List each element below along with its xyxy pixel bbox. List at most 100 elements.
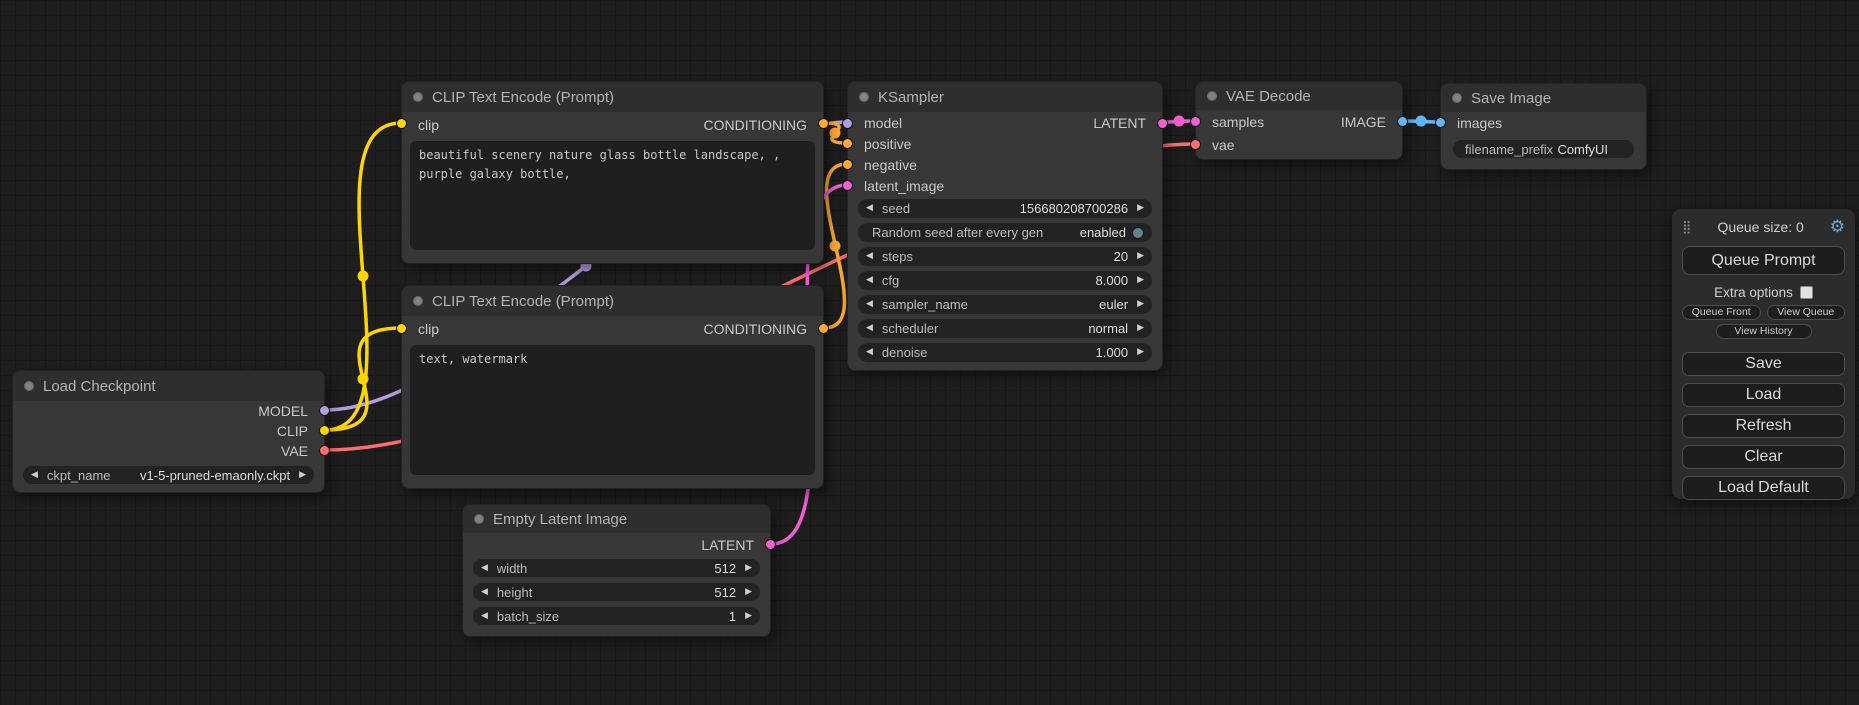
- increment-arrow-icon[interactable]: ▶: [745, 588, 752, 597]
- widget-scheduler[interactable]: ◀ scheduler normal ▶: [858, 319, 1152, 338]
- widget-batch-size[interactable]: ◀ batch_size 1 ▶: [473, 607, 760, 625]
- widget-height[interactable]: ◀ height 512 ▶: [473, 583, 760, 601]
- decrement-arrow-icon[interactable]: ◀: [481, 564, 488, 573]
- increment-arrow-icon[interactable]: ▶: [299, 471, 306, 480]
- widget-width[interactable]: ◀ width 512 ▶: [473, 559, 760, 577]
- widget-random-seed[interactable]: Random seed after every gen enabled: [858, 223, 1152, 242]
- clear-button[interactable]: Clear: [1682, 445, 1845, 469]
- output-port-latent[interactable]: [1157, 118, 1168, 129]
- input-port-clip[interactable]: [396, 118, 407, 129]
- widget-value: v1-5-pruned-emaonly.ckpt: [111, 468, 291, 483]
- node-title: VAE Decode: [1226, 88, 1311, 105]
- extra-options-checkbox[interactable]: [1800, 286, 1813, 299]
- collapse-toggle-icon[interactable]: [24, 381, 34, 391]
- node-clip-text-encode-positive[interactable]: CLIP Text Encode (Prompt) clip CONDITION…: [401, 81, 824, 264]
- node-clip-text-encode-negative[interactable]: CLIP Text Encode (Prompt) clip CONDITION…: [401, 285, 824, 489]
- node-title-bar[interactable]: Save Image: [1441, 84, 1646, 112]
- output-port-conditioning[interactable]: [818, 323, 829, 334]
- graph-canvas[interactable]: Load Checkpoint MODEL CLIP VAE ◀ ckpt_na…: [0, 0, 1859, 705]
- input-slot-samples: samples: [1212, 114, 1264, 130]
- input-port-model[interactable]: [842, 118, 853, 129]
- refresh-button[interactable]: Refresh: [1682, 414, 1845, 438]
- input-slot-clip: clip: [418, 321, 439, 337]
- decrement-arrow-icon[interactable]: ◀: [866, 300, 873, 309]
- node-title-bar[interactable]: CLIP Text Encode (Prompt): [402, 286, 823, 316]
- increment-arrow-icon[interactable]: ▶: [1137, 252, 1144, 261]
- node-ksampler[interactable]: KSampler model LATENT positive negative …: [847, 81, 1163, 371]
- input-port-vae[interactable]: [1190, 139, 1201, 150]
- widget-denoise[interactable]: ◀ denoise 1.000 ▶: [858, 343, 1152, 362]
- load-button[interactable]: Load: [1682, 383, 1845, 407]
- widget-cfg[interactable]: ◀ cfg 8.000 ▶: [858, 271, 1152, 290]
- widget-label: cfg: [882, 273, 899, 288]
- view-history-button[interactable]: View History: [1716, 324, 1812, 339]
- decrement-arrow-icon[interactable]: ◀: [866, 204, 873, 213]
- node-load-checkpoint[interactable]: Load Checkpoint MODEL CLIP VAE ◀ ckpt_na…: [12, 370, 325, 493]
- decrement-arrow-icon[interactable]: ◀: [866, 276, 873, 285]
- view-queue-button[interactable]: View Queue: [1767, 305, 1846, 320]
- widget-ckpt-name[interactable]: ◀ ckpt_name v1-5-pruned-emaonly.ckpt ▶: [23, 466, 314, 484]
- node-title-bar[interactable]: VAE Decode: [1196, 82, 1402, 110]
- widget-steps[interactable]: ◀ steps 20 ▶: [858, 247, 1152, 266]
- increment-arrow-icon[interactable]: ▶: [1137, 204, 1144, 213]
- collapse-toggle-icon[interactable]: [474, 514, 484, 524]
- node-empty-latent-image[interactable]: Empty Latent Image LATENT ◀ width 512 ▶ …: [462, 504, 771, 637]
- collapse-toggle-icon[interactable]: [859, 92, 869, 102]
- wire-conditioning-midpoint: [830, 241, 841, 252]
- widget-value: 156680208700286: [910, 201, 1128, 216]
- output-port-image[interactable]: [1397, 116, 1408, 127]
- node-title-bar[interactable]: Empty Latent Image: [463, 505, 770, 533]
- node-title: Load Checkpoint: [43, 378, 156, 395]
- node-vae-decode[interactable]: VAE Decode samples IMAGE vae: [1195, 81, 1403, 160]
- decrement-arrow-icon[interactable]: ◀: [31, 471, 38, 480]
- input-port-clip[interactable]: [396, 323, 407, 334]
- prompt-textarea[interactable]: beautiful scenery nature glass bottle la…: [410, 141, 815, 250]
- collapse-toggle-icon[interactable]: [413, 296, 423, 306]
- input-slot-vae: vae: [1212, 137, 1235, 153]
- output-port-conditioning[interactable]: [818, 118, 829, 129]
- panel-drag-handle-icon[interactable]: ⣿: [1682, 220, 1692, 235]
- increment-arrow-icon[interactable]: ▶: [1137, 348, 1144, 357]
- input-port-positive[interactable]: [842, 138, 853, 149]
- save-button[interactable]: Save: [1682, 352, 1845, 376]
- output-port-clip[interactable]: [319, 425, 330, 436]
- widget-sampler-name[interactable]: ◀ sampler_name euler ▶: [858, 295, 1152, 314]
- decrement-arrow-icon[interactable]: ◀: [866, 348, 873, 357]
- increment-arrow-icon[interactable]: ▶: [1137, 276, 1144, 285]
- node-title-bar[interactable]: Load Checkpoint: [13, 371, 324, 401]
- node-title: Save Image: [1471, 90, 1551, 107]
- decrement-arrow-icon[interactable]: ◀: [866, 324, 873, 333]
- collapse-toggle-icon[interactable]: [1207, 91, 1217, 101]
- collapse-toggle-icon[interactable]: [413, 92, 423, 102]
- widget-seed[interactable]: ◀ seed 156680208700286 ▶: [858, 199, 1152, 218]
- prompt-textarea[interactable]: text, watermark: [410, 345, 815, 475]
- widget-filename-prefix[interactable]: filename_prefix ComfyUI: [1453, 140, 1634, 158]
- collapse-toggle-icon[interactable]: [1452, 93, 1462, 103]
- node-title-bar[interactable]: CLIP Text Encode (Prompt): [402, 82, 823, 112]
- increment-arrow-icon[interactable]: ▶: [1137, 324, 1144, 333]
- increment-arrow-icon[interactable]: ▶: [745, 564, 752, 573]
- node-title-bar[interactable]: KSampler: [848, 82, 1162, 112]
- decrement-arrow-icon[interactable]: ◀: [481, 588, 488, 597]
- widget-value: 512: [532, 585, 736, 600]
- output-port-latent[interactable]: [765, 539, 776, 550]
- queue-prompt-button[interactable]: Queue Prompt: [1682, 246, 1845, 275]
- output-port-model[interactable]: [319, 405, 330, 416]
- decrement-arrow-icon[interactable]: ◀: [866, 252, 873, 261]
- load-default-button[interactable]: Load Default: [1682, 476, 1845, 500]
- extra-options-label: Extra options: [1714, 285, 1793, 300]
- input-port-samples[interactable]: [1190, 116, 1201, 127]
- input-port-latent-image[interactable]: [842, 180, 853, 191]
- queue-front-button[interactable]: Queue Front: [1682, 305, 1761, 320]
- increment-arrow-icon[interactable]: ▶: [745, 612, 752, 621]
- input-port-images[interactable]: [1435, 117, 1446, 128]
- input-slot-model: model: [864, 115, 902, 131]
- output-port-vae[interactable]: [319, 445, 330, 456]
- widget-label: ckpt_name: [47, 468, 111, 483]
- increment-arrow-icon[interactable]: ▶: [1137, 300, 1144, 309]
- decrement-arrow-icon[interactable]: ◀: [481, 612, 488, 621]
- input-port-negative[interactable]: [842, 159, 853, 170]
- settings-gear-icon[interactable]: ⚙: [1830, 219, 1845, 236]
- random-seed-toggle[interactable]: [1132, 227, 1144, 239]
- node-save-image[interactable]: Save Image images filename_prefix ComfyU…: [1440, 83, 1647, 170]
